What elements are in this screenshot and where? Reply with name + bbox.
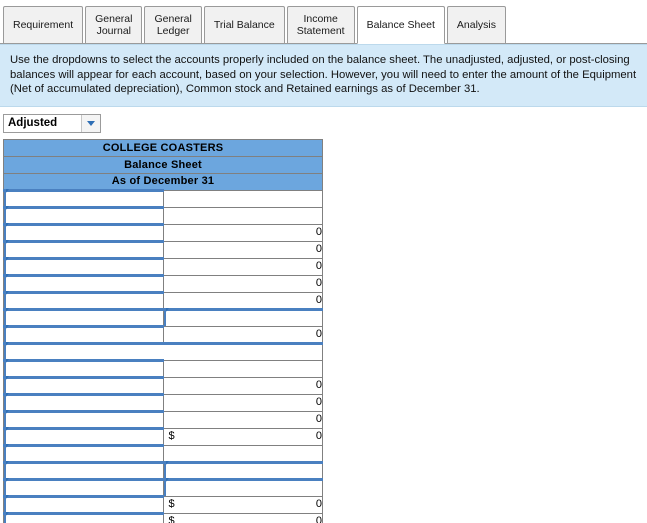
account-dropdown-cell[interactable] (3, 392, 164, 412)
amount-value: 0 (315, 514, 322, 523)
amount-input-cell[interactable] (162, 444, 323, 463)
tab-income-statement[interactable]: Income Statement (286, 6, 355, 44)
account-dropdown-cell[interactable] (3, 273, 164, 293)
amount-input-cell[interactable] (162, 359, 323, 378)
amount-input-cell[interactable]: 0 (162, 274, 323, 293)
balance-sheet-table: COLLEGE COASTERS Balance Sheet As of Decem… (3, 138, 323, 523)
currency-symbol: $ (168, 429, 175, 442)
account-dropdown-cell[interactable] (3, 188, 164, 208)
table-row (3, 188, 323, 208)
amount-value: 0 (315, 226, 322, 238)
amount-input-cell[interactable]: 0 (162, 257, 323, 276)
sheet-title-line: COLLEGE COASTERS (3, 138, 323, 157)
account-dropdown-cell[interactable] (3, 222, 164, 242)
amount-input-cell[interactable]: 0 (162, 393, 323, 412)
sheet-title-row: As of December 31 (3, 172, 323, 191)
account-dropdown-cell[interactable] (3, 239, 164, 259)
amount-input-cell[interactable]: 0 (162, 240, 323, 259)
account-dropdown-cell[interactable] (3, 324, 164, 344)
tab-general-ledger[interactable]: General Ledger (144, 6, 202, 44)
account-dropdown-cell[interactable] (3, 205, 164, 225)
account-dropdown-cell[interactable] (3, 494, 164, 514)
tab-balance-sheet[interactable]: Balance Sheet (356, 6, 445, 44)
balance-basis-dropdown-button[interactable] (81, 114, 100, 132)
table-row: 0 (3, 290, 323, 310)
account-dropdown-cell[interactable] (3, 511, 164, 523)
amount-input-cell[interactable]: 0 (162, 223, 323, 242)
table-row: 0 (3, 392, 323, 412)
currency-symbol: $ (168, 497, 175, 510)
tab-general-journal[interactable]: General Journal (85, 6, 143, 44)
table-row: 0 (3, 375, 323, 395)
amount-input-cell[interactable]: 0 (162, 376, 323, 395)
table-row (3, 307, 323, 327)
tab-bar: Requirement General Journal General Ledger… (0, 0, 647, 44)
table-row (3, 341, 323, 361)
table-row: $0 (3, 494, 323, 514)
amount-value: 0 (315, 243, 322, 255)
amount-value: 0 (315, 379, 322, 391)
basis-select-row: Adjusted (0, 107, 647, 139)
table-row: 0 (3, 239, 323, 259)
amount-input-cell[interactable]: $0 (162, 495, 323, 514)
table-row (3, 460, 323, 480)
amount-value: 0 (315, 413, 322, 425)
account-dropdown-cell[interactable] (3, 358, 164, 378)
amount-dropdown-cell[interactable] (162, 460, 323, 480)
account-dropdown-cell[interactable] (3, 256, 164, 276)
table-row: 0 (3, 324, 323, 344)
amount-value: 0 (315, 260, 322, 272)
tab-analysis[interactable]: Analysis (446, 6, 507, 44)
amount-value: 0 (315, 327, 322, 340)
chevron-down-icon (87, 120, 95, 126)
sheet-title-row: Balance Sheet (3, 155, 323, 174)
table-row (3, 205, 323, 225)
amount-value: 0 (315, 498, 322, 510)
amount-input-cell[interactable] (162, 206, 323, 225)
table-row: 0 (3, 409, 323, 429)
amount-value: 0 (315, 396, 322, 408)
account-dropdown-cell[interactable] (3, 307, 164, 327)
table-row: 0 (3, 256, 323, 276)
amount-input-cell[interactable]: 0 (162, 325, 323, 344)
amount-value: 0 (315, 277, 322, 289)
table-row (3, 477, 323, 497)
account-dropdown-cell[interactable] (3, 460, 164, 480)
amount-value: 0 (315, 293, 322, 306)
table-row (3, 358, 323, 378)
amount-dropdown-cell[interactable] (162, 307, 323, 327)
balance-basis-dropdown[interactable]: Adjusted (3, 113, 101, 133)
sheet-title-row: COLLEGE COASTERS (3, 138, 323, 157)
tab-trial-balance[interactable]: Trial Balance (203, 6, 285, 44)
table-row: $0 (3, 426, 323, 446)
tab-requirement[interactable]: Requirement (3, 6, 84, 44)
amount-value: 0 (315, 430, 322, 442)
amount-input-cell[interactable]: 0 (162, 410, 323, 429)
instructions-banner: Use the dropdowns to select the accounts… (0, 44, 647, 107)
table-row: 0 (3, 222, 323, 242)
amount-input-cell[interactable]: 0 (162, 291, 323, 310)
balance-basis-value: Adjusted (8, 117, 58, 129)
amount-input-cell[interactable]: $0 (162, 512, 323, 523)
account-dropdown-cell[interactable] (3, 443, 164, 463)
amount-input-cell[interactable]: $0 (162, 427, 323, 446)
account-dropdown-cell[interactable] (3, 477, 164, 497)
table-row (3, 443, 323, 463)
account-dropdown-cell[interactable] (3, 341, 323, 361)
account-dropdown-cell[interactable] (3, 290, 164, 310)
account-dropdown-cell[interactable] (3, 375, 164, 395)
account-dropdown-cell[interactable] (3, 426, 164, 446)
account-dropdown-cell[interactable] (3, 409, 164, 429)
amount-dropdown-cell[interactable] (162, 477, 323, 497)
sheet-title-line: Balance Sheet (3, 155, 323, 174)
table-row: $0 (3, 511, 323, 523)
table-row: 0 (3, 273, 323, 293)
sheet-title-line: As of December 31 (3, 172, 323, 191)
currency-symbol: $ (168, 514, 175, 523)
amount-empty-cell (162, 189, 323, 208)
